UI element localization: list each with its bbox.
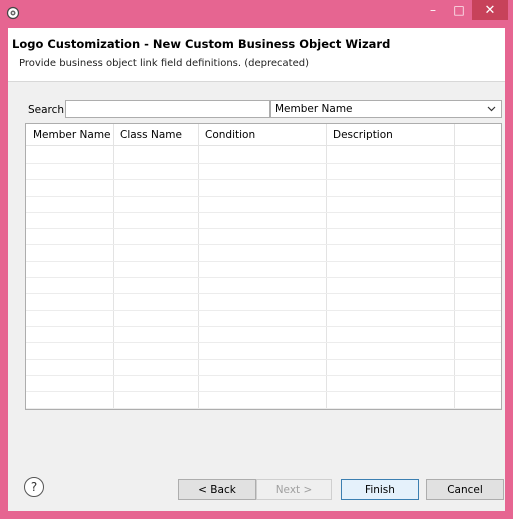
- table-row-divider: [26, 261, 501, 262]
- table-row-divider: [26, 342, 501, 343]
- maximize-button[interactable]: □: [446, 0, 472, 20]
- wizard-title: Logo Customization - New Custom Business…: [12, 37, 391, 51]
- table-row-divider: [26, 228, 501, 229]
- member-filter-select[interactable]: Member Name: [270, 100, 502, 118]
- column-header-member-name[interactable]: Member Name: [26, 124, 113, 146]
- column-divider: [326, 124, 327, 409]
- back-button[interactable]: < Back: [178, 479, 256, 500]
- chevron-down-icon: [487, 103, 496, 119]
- cancel-button[interactable]: Cancel: [426, 479, 504, 500]
- column-header-extra[interactable]: [454, 124, 501, 146]
- minimize-button[interactable]: –: [420, 0, 446, 20]
- table-row-divider: [26, 391, 501, 392]
- next-button[interactable]: Next >: [256, 479, 332, 500]
- close-button[interactable]: ✕: [472, 0, 508, 20]
- table-row-divider: [26, 179, 501, 180]
- gear-icon: [6, 6, 20, 20]
- table-row-divider: [26, 163, 501, 164]
- table-row-divider: [26, 277, 501, 278]
- column-header-class-name[interactable]: Class Name: [113, 124, 198, 146]
- table-row-divider: [26, 212, 501, 213]
- window-frame: – □ ✕ Logo Customization - New Custom Bu…: [0, 0, 513, 519]
- column-header-description[interactable]: Description: [326, 124, 454, 146]
- wizard-header: Logo Customization - New Custom Business…: [8, 28, 505, 82]
- table-row-divider: [26, 375, 501, 376]
- search-label: Search: [28, 104, 65, 116]
- column-divider: [198, 124, 199, 409]
- column-divider: [113, 124, 114, 409]
- table-row-divider: [26, 244, 501, 245]
- column-divider: [454, 124, 455, 409]
- dialog-client-area: Logo Customization - New Custom Business…: [8, 28, 505, 511]
- table-header: Member Name Class Name Condition Descrip…: [26, 124, 501, 146]
- table-row-divider: [26, 196, 501, 197]
- table-row-divider: [26, 310, 501, 311]
- column-header-condition[interactable]: Condition: [198, 124, 326, 146]
- wizard-description: Provide business object link field defin…: [19, 58, 309, 69]
- finish-button[interactable]: Finish: [341, 479, 419, 500]
- definitions-table[interactable]: Member Name Class Name Condition Descrip…: [25, 123, 502, 410]
- search-input[interactable]: [65, 100, 270, 118]
- table-row-divider: [26, 359, 501, 360]
- help-button[interactable]: ?: [24, 477, 44, 497]
- title-bar[interactable]: – □ ✕: [0, 0, 513, 28]
- select-value: Member Name: [275, 103, 353, 115]
- table-row-divider: [26, 293, 501, 294]
- table-row-divider: [26, 326, 501, 327]
- table-row-divider: [26, 408, 501, 409]
